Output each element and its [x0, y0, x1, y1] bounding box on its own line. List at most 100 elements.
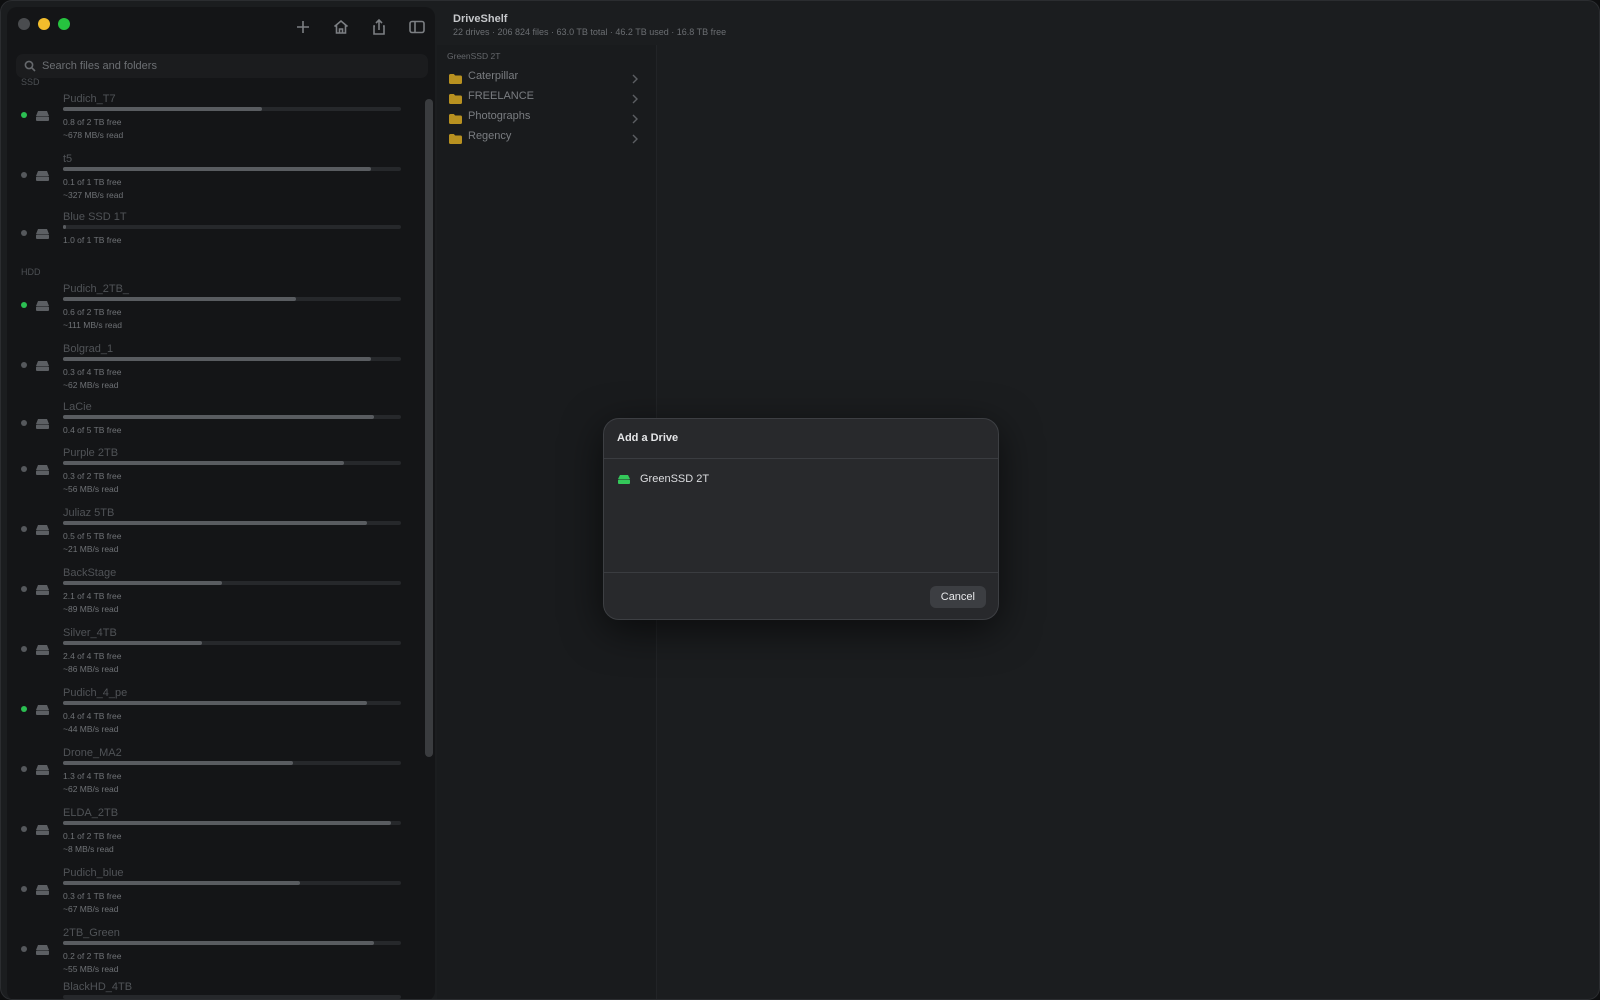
drive-row[interactable]: Pudich_T7 0.8 of 2 TB free ~678 MB/s read [21, 93, 401, 151]
dialog-drive-label: GreenSSD 2T [640, 473, 710, 485]
status-dot [21, 112, 27, 118]
usage-bar [63, 461, 401, 465]
drive-row[interactable]: Bolgrad_1 0.3 of 4 TB free ~62 MB/s read [21, 343, 401, 401]
drive-row[interactable]: BlackHD_4TB [21, 981, 401, 999]
usage-bar [63, 941, 401, 945]
drive-icon [36, 822, 49, 835]
folder-row[interactable]: Photographs [443, 106, 643, 126]
drive-row[interactable]: Blue SSD 1T 1.0 of 1 TB free [21, 211, 401, 269]
chevron-right-icon [631, 111, 641, 124]
folder-name: Regency [468, 130, 512, 142]
search-input[interactable] [42, 60, 422, 72]
status-dot [21, 466, 27, 472]
folder-icon [449, 91, 462, 104]
drive-row[interactable]: Drone_MA2 1.3 of 4 TB free ~62 MB/s read [21, 747, 401, 805]
usage-fill [63, 225, 67, 229]
drive-row[interactable]: ELDA_2TB 0.1 of 2 TB free ~8 MB/s read [21, 807, 401, 865]
drive-icon [36, 642, 49, 655]
read-speed: ~62 MB/s read [63, 784, 119, 794]
search-field[interactable] [16, 54, 428, 78]
minimize-window-button[interactable] [38, 18, 50, 30]
usage-fill [63, 167, 371, 171]
read-speed: ~8 MB/s read [63, 844, 114, 854]
home-icon [333, 19, 349, 34]
drive-row[interactable]: Purple 2TB 0.3 of 2 TB free ~56 MB/s read [21, 447, 401, 505]
drive-icon [36, 226, 49, 239]
folder-name: Caterpillar [468, 70, 519, 82]
folder-row[interactable]: FREELANCE [443, 86, 643, 106]
toggle-sidebar-button[interactable] [407, 17, 427, 37]
share-button[interactable] [369, 17, 389, 37]
drive-icon [36, 996, 49, 999]
close-window-button[interactable] [18, 18, 30, 30]
folder-row[interactable]: Caterpillar [443, 66, 643, 86]
section-ssd: SSD [21, 77, 40, 87]
free-space: 1.0 of 1 TB free [63, 235, 122, 245]
divider [604, 572, 998, 573]
drive-name: Pudich_4_pe [63, 687, 128, 699]
drive-row[interactable]: Pudich_2TB_ 0.6 of 2 TB free ~111 MB/s rea… [21, 283, 401, 341]
app-summary: 22 drives · 206 824 files · 63.0 TB tota… [453, 27, 727, 37]
drive-row[interactable]: Juliaz 5TB 0.5 of 5 TB free ~21 MB/s read [21, 507, 401, 565]
app-window: SSD Pudich_T7 0.8 of 2 TB free ~678 MB/s re… [0, 0, 1600, 1000]
usage-bar [63, 521, 401, 525]
folder-name: FREELANCE [468, 90, 535, 102]
usage-bar [63, 881, 401, 885]
usage-fill [63, 821, 391, 825]
usage-bar [63, 701, 401, 705]
add-drive-dialog: Add a Drive GreenSSD 2T Cancel [603, 418, 999, 620]
folder-name: Photographs [468, 110, 531, 122]
drive-icon [36, 416, 49, 429]
free-space: 0.2 of 2 TB free [63, 951, 122, 961]
status-dot [21, 946, 27, 952]
home-button[interactable] [331, 17, 351, 37]
drive-name: Drone_MA2 [63, 747, 122, 759]
free-space: 0.1 of 2 TB free [63, 831, 122, 841]
status-dot [21, 766, 27, 772]
usage-fill [63, 581, 222, 585]
drive-row[interactable]: Pudich_4_pe 0.4 of 4 TB free ~44 MB/s read [21, 687, 401, 745]
read-speed: ~67 MB/s read [63, 904, 119, 914]
drive-icon [36, 462, 49, 475]
read-speed: ~111 MB/s read [63, 320, 122, 330]
drive-row[interactable]: Silver_4TB 2.4 of 4 TB free ~86 MB/s read [21, 627, 401, 685]
sidebar: SSD Pudich_T7 0.8 of 2 TB free ~678 MB/s re… [7, 7, 435, 999]
app-title: DriveShelf [453, 13, 508, 25]
search-icon [24, 60, 36, 72]
drive-name: 2TB_Green [63, 927, 120, 939]
drive-icon [36, 298, 49, 311]
title-area: DriveShelf 22 drives · 206 824 files · 6… [453, 13, 726, 37]
usage-bar [63, 995, 401, 999]
window-controls [18, 18, 70, 30]
usage-bar [63, 357, 401, 361]
usage-fill [63, 641, 202, 645]
add-drive-button[interactable] [293, 17, 313, 37]
drive-row[interactable]: Pudich_blue 0.3 of 1 TB free ~67 MB/s read [21, 867, 401, 925]
usage-bar [63, 761, 401, 765]
column-title: GreenSSD 2T [447, 51, 501, 61]
drive-row[interactable]: 2TB_Green 0.2 of 2 TB free ~55 MB/s read [21, 927, 401, 985]
status-dot [21, 886, 27, 892]
free-space: 0.3 of 2 TB free [63, 471, 122, 481]
read-speed: ~21 MB/s read [63, 544, 119, 554]
sidebar-scrollbar[interactable] [425, 99, 433, 757]
read-speed: ~56 MB/s read [63, 484, 119, 494]
drive-name: ELDA_2TB [63, 807, 119, 819]
free-space: 0.5 of 5 TB free [63, 531, 122, 541]
free-space: 0.1 of 1 TB free [63, 177, 122, 187]
folder-row[interactable]: Regency [443, 126, 643, 146]
drive-name: t5 [63, 153, 73, 165]
drive-row[interactable]: BackStage 2.1 of 4 TB free ~89 MB/s read [21, 567, 401, 625]
drive-icon [36, 522, 49, 535]
chevron-right-icon [631, 71, 641, 84]
dialog-drive-option[interactable]: GreenSSD 2T [618, 473, 709, 485]
usage-fill [63, 357, 371, 361]
share-icon [373, 18, 385, 35]
zoom-window-button[interactable] [58, 18, 70, 30]
read-speed: ~86 MB/s read [63, 664, 119, 674]
drive-name: Silver_4TB [63, 627, 117, 639]
cancel-button[interactable]: Cancel [929, 586, 986, 608]
read-speed: ~44 MB/s read [63, 724, 119, 734]
drive-row[interactable]: t5 0.1 of 1 TB free ~327 MB/s read [21, 153, 401, 211]
dialog-title: Add a Drive [617, 432, 679, 444]
